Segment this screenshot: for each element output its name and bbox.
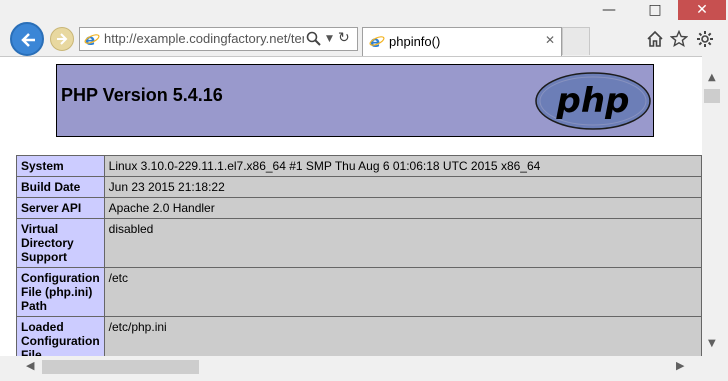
home-icon[interactable] xyxy=(646,30,664,48)
horizontal-scroll-thumb[interactable] xyxy=(42,360,199,374)
minimize-button[interactable]: — xyxy=(586,0,632,20)
refresh-icon[interactable]: ↻ xyxy=(338,30,350,46)
chevron-down-icon[interactable]: ▼ xyxy=(326,34,333,44)
tab-phpinfo[interactable]: e phpinfo() ✕ xyxy=(362,27,562,56)
table-row: Loaded Configuration File /etc/php.ini xyxy=(16,316,702,357)
row-value: Apache 2.0 Handler xyxy=(103,197,702,219)
row-key: Virtual Directory Support xyxy=(16,218,105,268)
new-tab-button[interactable] xyxy=(562,27,590,55)
address-bar[interactable]: e http://example.codingfactory.net/tem ▼… xyxy=(79,27,358,51)
ie-page-icon: e xyxy=(84,31,100,47)
scroll-down-icon[interactable]: ▼ xyxy=(708,338,716,349)
php-logo-text: php xyxy=(556,81,630,121)
row-key: System xyxy=(16,155,105,177)
maximize-button[interactable]: □ xyxy=(632,0,678,20)
close-window-button[interactable]: ✕ xyxy=(678,0,726,20)
search-icon[interactable] xyxy=(306,31,322,47)
vertical-scroll-thumb[interactable] xyxy=(704,89,720,103)
address-url[interactable]: http://example.codingfactory.net/tem xyxy=(104,31,304,46)
row-value: disabled xyxy=(103,218,702,268)
table-row: Server API Apache 2.0 Handler xyxy=(16,197,702,219)
row-value: /etc xyxy=(103,267,702,317)
forward-button[interactable] xyxy=(50,27,74,51)
php-version-header: PHP Version 5.4.16 php xyxy=(56,64,654,137)
back-button[interactable] xyxy=(10,22,44,56)
ie-tab-icon: e xyxy=(369,33,385,49)
settings-gear-icon[interactable] xyxy=(696,30,714,48)
php-version-title: PHP Version 5.4.16 xyxy=(61,85,223,105)
scroll-left-icon[interactable]: ◀ xyxy=(26,359,34,372)
row-key: Configuration File (php.ini) Path xyxy=(16,267,105,317)
row-key: Build Date xyxy=(16,176,105,198)
row-value: Jun 23 2015 21:18:22 xyxy=(103,176,702,198)
favorites-star-icon[interactable] xyxy=(670,30,688,48)
horizontal-scrollbar[interactable]: ◀ ▶ xyxy=(0,356,728,381)
table-row: System Linux 3.10.0-229.11.1.el7.x86_64 … xyxy=(16,155,702,177)
row-value: /etc/php.ini xyxy=(103,316,702,357)
php-info-table: System Linux 3.10.0-229.11.1.el7.x86_64 … xyxy=(16,155,702,357)
table-row: Configuration File (php.ini) Path /etc xyxy=(16,267,702,317)
page-content: PHP Version 5.4.16 php System Linux 3.10… xyxy=(0,56,702,357)
table-row: Virtual Directory Support disabled xyxy=(16,218,702,268)
tab-title: phpinfo() xyxy=(389,34,441,49)
vertical-scrollbar[interactable]: ▲ ▼ xyxy=(702,56,728,356)
scroll-up-icon[interactable]: ▲ xyxy=(708,72,716,83)
php-logo: php xyxy=(535,72,651,130)
row-key: Loaded Configuration File xyxy=(16,316,105,357)
table-row: Build Date Jun 23 2015 21:18:22 xyxy=(16,176,702,198)
forward-arrow-icon xyxy=(57,33,68,45)
scroll-right-icon[interactable]: ▶ xyxy=(676,359,684,372)
back-arrow-icon xyxy=(21,33,35,47)
row-key: Server API xyxy=(16,197,105,219)
row-value: Linux 3.10.0-229.11.1.el7.x86_64 #1 SMP … xyxy=(103,155,702,177)
close-tab-icon[interactable]: ✕ xyxy=(545,33,555,47)
browser-chrome: — □ ✕ e http://example.codingfactory.net… xyxy=(0,0,728,56)
